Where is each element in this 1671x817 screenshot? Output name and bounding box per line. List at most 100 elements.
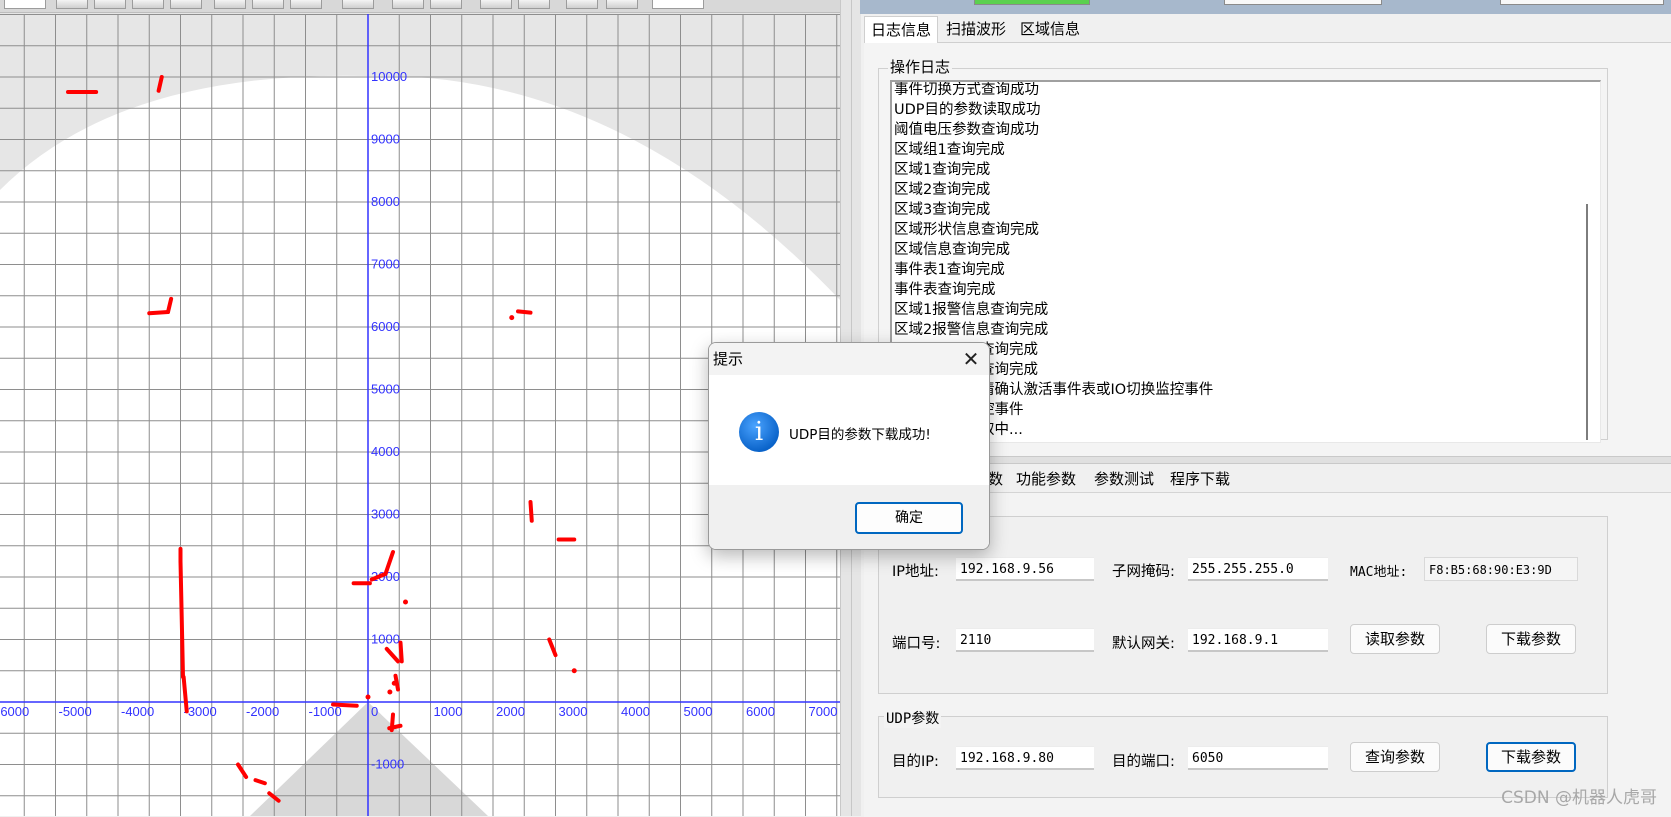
toolbar-button[interactable] [430, 0, 462, 9]
toolbar-field[interactable] [4, 0, 46, 9]
log-line: 区域1报警信息查询完成 [894, 302, 1049, 318]
log-line: 事件表1查询完成 [894, 262, 1005, 278]
tab-log-info[interactable]: 日志信息 [864, 16, 939, 43]
toolbar-button[interactable] [132, 0, 164, 9]
mac-address-label: MAC地址: [1350, 565, 1408, 580]
x-tick-label: -6000 [0, 704, 29, 719]
watermark: CSDN @机器人虎哥 [1501, 788, 1657, 808]
ok-button[interactable]: 确定 [855, 502, 963, 534]
ip-address-input[interactable]: 192.168.9.56 [956, 557, 1094, 581]
mac-address-field: F8:B5:68:90:E3:9D [1424, 557, 1578, 581]
port-input[interactable]: 2110 [956, 628, 1094, 652]
toolbar-field[interactable] [652, 0, 704, 9]
progress-bar [974, 0, 1090, 5]
dest-port-label: 目的端口: [1112, 754, 1175, 770]
y-tick-label: 7000 [371, 257, 400, 272]
scan-point-cluster [178, 559, 185, 679]
tab-function-params[interactable]: 功能参数 [1010, 466, 1082, 492]
scan-sector [0, 0, 840, 300]
blind-sector [250, 702, 488, 816]
scan-point-cluster [528, 500, 534, 523]
tab-scan-wave[interactable]: 扫描波形 [940, 16, 1012, 42]
toolbar-button[interactable] [480, 0, 512, 9]
toolbar-button[interactable] [342, 0, 374, 9]
log-line: 区域形状信息查询完成 [894, 222, 1039, 238]
subnet-mask-label: 子网掩码: [1112, 564, 1175, 580]
download-udp-params-button[interactable]: 下载参数 [1486, 742, 1576, 772]
port-label: 端口号: [892, 636, 941, 652]
x-tick-label: -4000 [121, 704, 154, 719]
scan-point [387, 689, 393, 695]
scan-point-cluster [516, 309, 533, 315]
header-field[interactable] [1224, 0, 1382, 5]
log-scrollbar[interactable] [1586, 204, 1588, 440]
toolbar-button[interactable] [566, 0, 598, 9]
dest-ip-input[interactable]: 192.168.9.80 [956, 746, 1094, 770]
toolbar-button[interactable] [252, 0, 284, 9]
log-line: 区域1查询完成 [894, 162, 991, 178]
tab-area-info[interactable]: 区域信息 [1014, 16, 1086, 42]
toolbar-button[interactable] [170, 0, 202, 9]
scan-point-cluster [547, 637, 558, 658]
gateway-input[interactable]: 192.168.9.1 [1188, 628, 1328, 652]
y-tick-label: 8000 [371, 194, 400, 209]
gateway-label: 默认网关: [1112, 636, 1175, 652]
log-line: 区域2报警信息查询完成 [894, 322, 1049, 338]
x-tick-label: 3000 [559, 704, 588, 719]
scan-point-cluster [147, 310, 170, 316]
info-icon: i [739, 412, 779, 452]
scan-point [571, 668, 577, 674]
y-tick-label: 10000 [371, 69, 407, 84]
scan-points [66, 75, 577, 803]
scan-point [403, 599, 408, 605]
dialog-titlebar[interactable]: 提示 ✕ [709, 343, 989, 375]
toolbar-button[interactable] [56, 0, 88, 9]
scan-point-cluster [384, 646, 400, 664]
subnet-mask-input[interactable]: 255.255.255.0 [1188, 557, 1328, 581]
x-tick-label: 6000 [746, 704, 775, 719]
y-tick-label: 5000 [371, 382, 400, 397]
log-line: 阈值电压参数查询成功 [894, 122, 1039, 138]
operation-log-list[interactable]: 事件切换方式查询成功 UDP目的参数读取成功 阈值电压参数查询成功 区域组1查询完成区… [890, 80, 1601, 443]
y-tick-label: -1000 [371, 757, 404, 772]
toolbar-button[interactable] [518, 0, 550, 9]
scan-point-cluster [398, 640, 404, 664]
toolbar-button[interactable] [606, 0, 638, 9]
x-tick-label: 7000 [809, 704, 838, 719]
x-tick-label: -5000 [59, 704, 92, 719]
y-tick-label: 9000 [371, 132, 400, 147]
x-tick-label: 0 [371, 704, 378, 719]
dest-port-input[interactable]: 6050 [1188, 746, 1328, 770]
log-line: 事件切换方式查询成功 [894, 82, 1039, 98]
log-line: UDP目的参数读取成功 [894, 102, 1041, 118]
toolbar-button[interactable] [94, 0, 126, 9]
x-tick-label: 5000 [684, 704, 713, 719]
scan-point [391, 680, 397, 686]
scan-point [365, 694, 371, 700]
tab-param-test[interactable]: 参数测试 [1088, 466, 1160, 492]
toolbar-button[interactable] [214, 0, 246, 9]
query-udp-params-button[interactable]: 查询参数 [1350, 742, 1440, 772]
y-tick-label: 3000 [371, 507, 400, 522]
dest-ip-label: 目的IP: [892, 754, 939, 770]
log-line: 请确认激活事件表或IO切换监控事件 [980, 382, 1214, 398]
toolbar-button[interactable] [290, 0, 322, 9]
log-line: 区域2查询完成 [894, 182, 991, 198]
scan-point-cluster [331, 702, 359, 708]
toolbar-button[interactable] [392, 0, 424, 9]
scan-point [509, 315, 515, 321]
x-tick-label: 1000 [434, 704, 463, 719]
log-line: 区域信息查询完成 [894, 242, 1010, 258]
log-line: 区域3查询完成 [894, 202, 991, 218]
header-field[interactable] [1500, 0, 1664, 5]
dialog-body: i UDP目的参数下载成功! [709, 375, 989, 485]
dialog-message: UDP目的参数下载成功! [789, 427, 931, 443]
tab-firmware-download[interactable]: 程序下载 [1164, 466, 1236, 492]
download-network-params-button[interactable]: 下载参数 [1486, 624, 1576, 654]
read-network-params-button[interactable]: 读取参数 [1350, 624, 1440, 654]
dialog-title: 提示 [713, 350, 744, 368]
log-line: 区域组1查询完成 [894, 142, 1005, 158]
x-tick-label: -2000 [246, 704, 279, 719]
close-icon[interactable]: ✕ [959, 347, 983, 371]
operation-log-title: 操作日志 [888, 56, 953, 77]
